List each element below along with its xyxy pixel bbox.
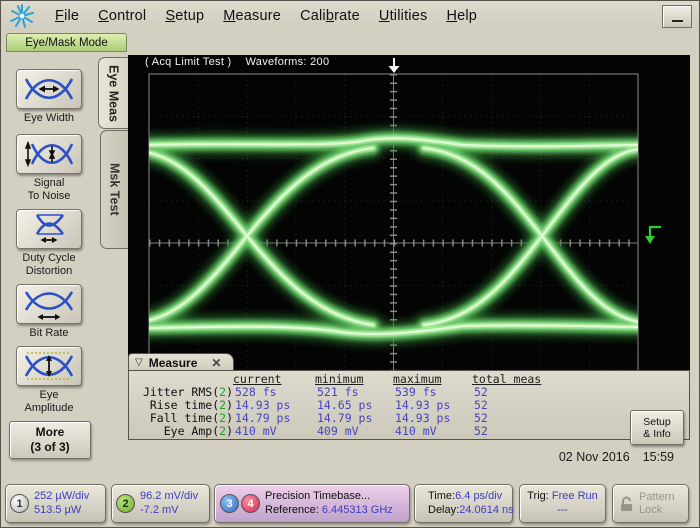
more-button[interactable]: More (3 of 3) — [9, 421, 91, 459]
signal-to-noise-button[interactable] — [16, 134, 82, 174]
time-text: 15:59 — [643, 450, 674, 464]
lock-icon — [619, 496, 634, 512]
bit-rate-icon — [24, 288, 74, 320]
menu-control[interactable]: Control — [98, 8, 146, 24]
setup-info-button[interactable]: Setup & Info — [630, 410, 684, 445]
measure-panel-tab[interactable]: ▽ Measure ✕ — [128, 353, 234, 371]
date-text: 02 Nov 2016 — [559, 450, 630, 464]
mode-label: Eye/Mask Mode — [6, 33, 127, 52]
eye-width-button[interactable] — [16, 69, 82, 109]
tab-msk-test[interactable]: Msk Test — [100, 130, 128, 249]
display-header: ( Acq Limit Test ) Waveforms: 200 — [145, 56, 329, 68]
cell-value: 410 mV — [233, 425, 315, 438]
cell-value: 52 — [472, 425, 572, 438]
eye-amplitude-icon — [24, 351, 74, 381]
menu-measure[interactable]: Measure — [223, 8, 281, 24]
trig-label: Trig: — [527, 490, 549, 502]
signal-to-noise-icon — [24, 139, 74, 169]
channel-1-badge: 1 — [10, 494, 29, 513]
sidebar-item-signal-to-noise: Signal To Noise — [1, 134, 97, 202]
oscilloscope-window: File Control Setup Measure Calibrate Uti… — [0, 0, 700, 528]
duty-cycle-label-1: Duty Cycle — [22, 252, 75, 264]
eye-amplitude-label-1: Eye — [40, 389, 59, 401]
eye-width-icon — [24, 74, 74, 104]
reference-value: 6.445313 GHz — [322, 504, 393, 516]
menu-setup[interactable]: Setup — [165, 8, 204, 24]
delay-value: 24.0614 ns — [459, 504, 513, 516]
duty-cycle-label-2: Distortion — [26, 265, 72, 277]
duty-cycle-distortion-button[interactable] — [16, 209, 82, 249]
channel-1-button[interactable]: 1 252 µW/div 513.5 µW — [5, 484, 106, 523]
measure-panel-title: Measure — [149, 356, 198, 370]
trigger-level-marker — [645, 227, 661, 244]
delay-label: Delay: — [428, 504, 459, 516]
menu-utilities[interactable]: Utilities — [379, 8, 428, 24]
precision-timebase-label: Precision Timebase... — [265, 490, 370, 502]
measure-panel: ▽ Measure ✕ current minimum maximum tota… — [128, 353, 690, 440]
signal-to-noise-label-2: To Noise — [28, 190, 71, 202]
bit-rate-button[interactable] — [16, 284, 82, 324]
sidebar-item-duty-cycle: Duty Cycle Distortion — [1, 209, 97, 277]
eye-amplitude-label-2: Amplitude — [25, 402, 74, 414]
time-label: Time: — [428, 490, 455, 502]
time-value: 6.4 ps/div — [455, 490, 502, 502]
precision-timebase-button[interactable]: 3 4 Precision Timebase... Reference: 6.4… — [214, 484, 410, 523]
channel-1-scale: 252 µW/div — [34, 490, 89, 502]
channel-3-badge: 3 — [220, 494, 239, 513]
channel-2-button[interactable]: 2 96.2 mV/div -7.2 mV — [111, 484, 210, 523]
sidebar-item-eye-width: Eye Width — [1, 69, 97, 125]
agilent-spark-logo — [8, 3, 36, 29]
bit-rate-label: Bit Rate — [29, 327, 68, 339]
menu-calibrate[interactable]: Calibrate — [300, 8, 360, 24]
pattern-lock-button[interactable]: Pattern Lock — [612, 484, 689, 523]
sidebar-item-eye-amplitude: Eye Amplitude — [1, 346, 97, 414]
signal-to-noise-label-1: Signal — [34, 177, 65, 189]
cell-value: 409 mV — [315, 425, 393, 438]
measure-table: current minimum maximum total meas Jitte… — [135, 373, 572, 438]
tab-eye-meas[interactable]: Eye Meas — [98, 57, 128, 129]
menu-bar: File Control Setup Measure Calibrate Uti… — [1, 1, 700, 31]
eye-width-label: Eye Width — [24, 112, 74, 124]
trigger-time-marker — [389, 58, 400, 73]
datetime-status: 02 Nov 2016 15:59 — [559, 450, 674, 464]
trig-line2: --- — [557, 504, 568, 516]
channel-4-badge: 4 — [241, 494, 260, 513]
acq-limit-label: ( Acq Limit Test ) — [145, 56, 232, 68]
channel-2-scale: 96.2 mV/div — [140, 490, 198, 502]
waveforms-count: Waveforms: 200 — [246, 56, 330, 68]
reference-label: Reference: — [265, 504, 319, 516]
duty-cycle-distortion-icon — [24, 213, 74, 245]
minimize-icon — [672, 20, 683, 22]
channel-2-badge: 2 — [116, 494, 135, 513]
eye-amplitude-button[interactable] — [16, 346, 82, 386]
measure-panel-body: current minimum maximum total meas Jitte… — [128, 370, 690, 440]
channel-2-offset: -7.2 mV — [140, 504, 179, 516]
sidebar-item-bit-rate: Bit Rate — [1, 284, 97, 340]
trigger-button[interactable]: Trig: Free Run --- — [519, 484, 606, 523]
channel-1-offset: 513.5 µW — [34, 504, 81, 516]
minimize-button[interactable] — [662, 5, 692, 28]
cell-value: 410 mV — [393, 425, 472, 438]
row-label: Eye Amp(2) — [135, 425, 233, 438]
menu-file[interactable]: File — [55, 8, 79, 24]
collapse-icon[interactable]: ▽ — [135, 358, 143, 368]
timebase-button[interactable]: Time:6.4 ps/div Delay:24.0614 ns — [414, 484, 513, 523]
menu-help[interactable]: Help — [446, 8, 477, 24]
close-icon[interactable]: ✕ — [211, 356, 221, 370]
trig-value: Free Run — [552, 490, 598, 502]
